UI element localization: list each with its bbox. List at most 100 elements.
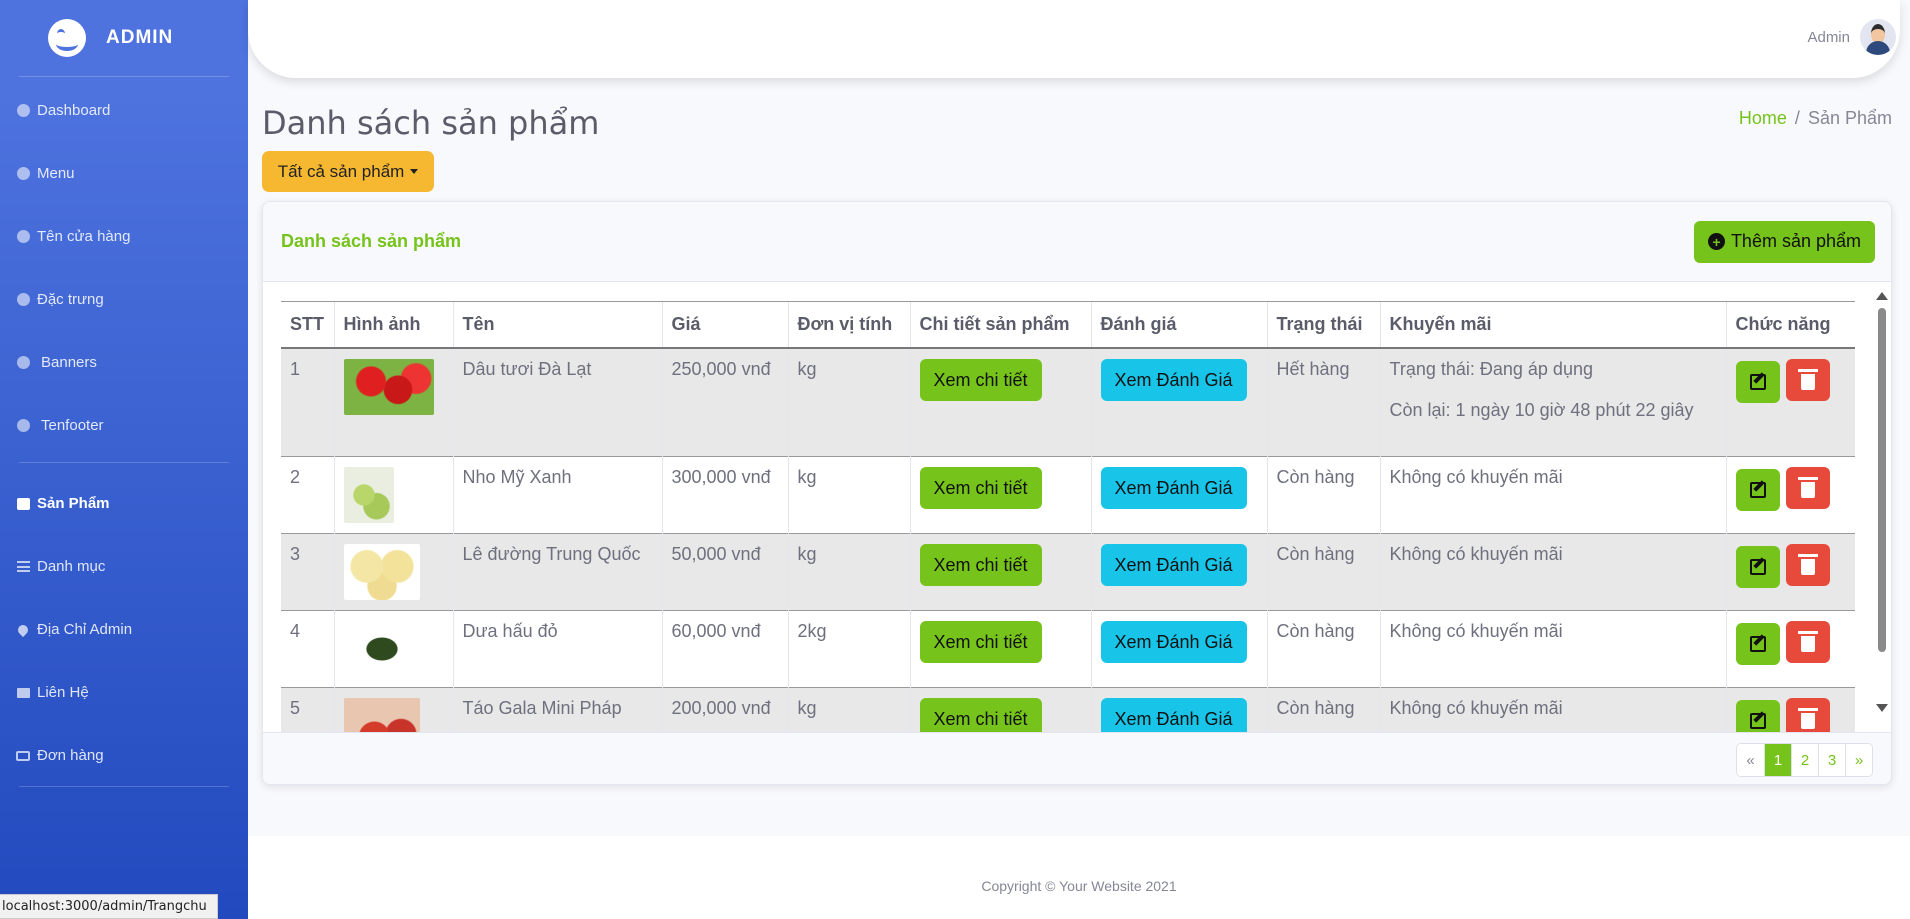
product-status: Hết hàng [1266,347,1380,457]
sidebar-item-store-name[interactable]: Tên cửa hàng [0,205,248,268]
column-header: Hình ảnh [333,301,453,349]
products-table: STT Hình ảnh Tên Giá Đơn vị tính Chi tiế… [281,301,1855,732]
product-image [343,621,420,677]
sidebar-item-tenfooter[interactable]: Tenfooter [0,394,248,457]
card-footer: « 1 2 3 » [263,732,1891,784]
detail-cell: Xem chi tiết [909,533,1091,611]
view-review-button[interactable]: Xem Đánh Giá [1100,544,1247,586]
product-unit: kg [787,687,910,732]
row-number: 2 [290,467,301,487]
palette-icon [16,104,30,118]
sidebar-item-features[interactable]: Đặc trưng [0,268,248,331]
edit-button[interactable] [1735,700,1780,732]
actions-cell [1725,456,1855,534]
view-detail-button[interactable]: Xem chi tiết [919,358,1042,401]
filter-dropdown-button[interactable]: Tất cả sản phẩm [262,151,434,192]
view-detail-button[interactable]: Xem chi tiết [919,698,1042,732]
sidebar-item-banners[interactable]: Banners [0,331,248,394]
sidebar-item-dashboard[interactable]: Dashboard [0,79,248,142]
delete-button[interactable] [1785,621,1830,663]
palette-icon [16,356,30,370]
pagination-prev[interactable]: « [1737,744,1764,776]
sidebar-item-label: Menu [37,165,75,182]
column-header: Chức năng [1725,301,1855,349]
product-price: 300,000 vnđ [661,456,788,534]
pagination: « 1 2 3 » [1736,743,1873,777]
table-scrollbar[interactable] [1874,292,1890,728]
edit-icon [1749,559,1766,575]
edit-button[interactable] [1735,623,1780,665]
caret-down-icon [410,169,419,174]
view-review-button[interactable]: Xem Đánh Giá [1100,698,1247,732]
scroll-up-arrow-icon[interactable] [1876,292,1888,300]
sidebar-item-admin-address[interactable]: Địa Chỉ Admin [0,598,248,661]
add-product-button[interactable]: + Thêm sản phẩm [1693,220,1875,263]
view-review-button[interactable]: Xem Đánh Giá [1100,467,1247,509]
pagination-page[interactable]: 3 [1818,744,1845,776]
user-name: Admin [1807,28,1850,46]
product-image [343,544,420,600]
view-review-button[interactable]: Xem Đánh Giá [1100,358,1247,401]
promotion-status: Không có khuyến mãi [1379,533,1726,611]
delete-button[interactable] [1785,698,1830,732]
promotion-status: Không có khuyến mãi [1379,687,1726,732]
product-price: 250,000 vnđ [661,347,788,457]
trash-icon [1797,368,1818,390]
product-status: Còn hàng [1266,533,1380,611]
edit-button[interactable] [1735,469,1780,511]
sidebar-item-products[interactable]: Sản Phẩm [0,472,248,535]
product-image-cell [333,687,453,732]
edit-button[interactable] [1735,360,1780,403]
product-unit: kg [787,456,910,534]
delete-button[interactable] [1785,358,1830,401]
promotion-countdown: Còn lại: 1 ngày 10 giờ 48 phút 22 giây [1389,399,1694,420]
product-image-cell [333,347,453,457]
promotion-cell: Trạng thái: Đang áp dụng Còn lại: 1 ngày… [1379,347,1726,457]
product-price: 60,000 vnđ [661,610,788,688]
sidebar-item-label: Liên Hệ [37,684,89,701]
sidebar-item-contact[interactable]: Liên Hệ [0,661,248,724]
products-card: Danh sách sản phẩm + Thêm sản phẩm STT H… [262,201,1892,785]
trash-icon [1797,477,1818,498]
user-dropdown[interactable]: Admin [1807,19,1896,55]
view-detail-button[interactable]: Xem chi tiết [919,467,1042,509]
pagination-page[interactable]: 2 [1791,744,1818,776]
product-unit: kg [787,347,910,457]
table-row: 4 Dưa hấu đỏ 60,000 vnđ 2kg Xem chi tiết… [281,610,1855,688]
actions-cell [1725,347,1855,457]
review-cell: Xem Đánh Giá [1090,687,1267,732]
review-cell: Xem Đánh Giá [1090,347,1267,457]
pagination-page[interactable]: 1 [1764,744,1791,776]
actions-cell [1725,533,1855,611]
sidebar-item-menu[interactable]: Menu [0,142,248,205]
sidebar-item-orders[interactable]: Đơn hàng [0,724,248,787]
sidebar-divider [19,462,229,463]
product-price: 50,000 vnđ [661,533,788,611]
sidebar-item-categories[interactable]: Danh mục [0,535,248,598]
breadcrumb-home-link[interactable]: Home [1739,108,1787,129]
breadcrumb: Home / Sản Phẩm [1739,108,1892,129]
product-status: Còn hàng [1266,687,1380,732]
map-pin-icon [15,622,31,637]
copyright-text: Copyright © Your Website 2021 [981,878,1177,894]
id-card-icon [16,749,30,763]
edit-icon [1749,482,1766,498]
pagination-next[interactable]: » [1845,744,1872,776]
column-header: Đánh giá [1090,301,1267,349]
view-detail-button[interactable]: Xem chi tiết [919,621,1042,663]
review-cell: Xem Đánh Giá [1090,533,1267,611]
sidebar-item-label: Đặc trưng [37,291,104,308]
products-table-container[interactable]: STT Hình ảnh Tên Giá Đơn vị tính Chi tiế… [281,301,1856,732]
scroll-thumb[interactable] [1878,308,1886,652]
edit-button[interactable] [1735,546,1780,588]
sidebar-brand[interactable]: ADMIN [0,0,248,76]
sidebar: ADMIN Dashboard Menu Tên cửa hàng Đặc tr… [0,0,248,919]
product-unit: kg [787,533,910,611]
view-review-button[interactable]: Xem Đánh Giá [1100,621,1247,663]
scroll-down-arrow-icon[interactable] [1876,704,1888,712]
sidebar-item-label: Địa Chỉ Admin [37,621,133,638]
delete-button[interactable] [1785,544,1830,586]
product-name: Dưa hấu đỏ [452,610,662,688]
delete-button[interactable] [1785,467,1830,509]
view-detail-button[interactable]: Xem chi tiết [919,544,1042,586]
